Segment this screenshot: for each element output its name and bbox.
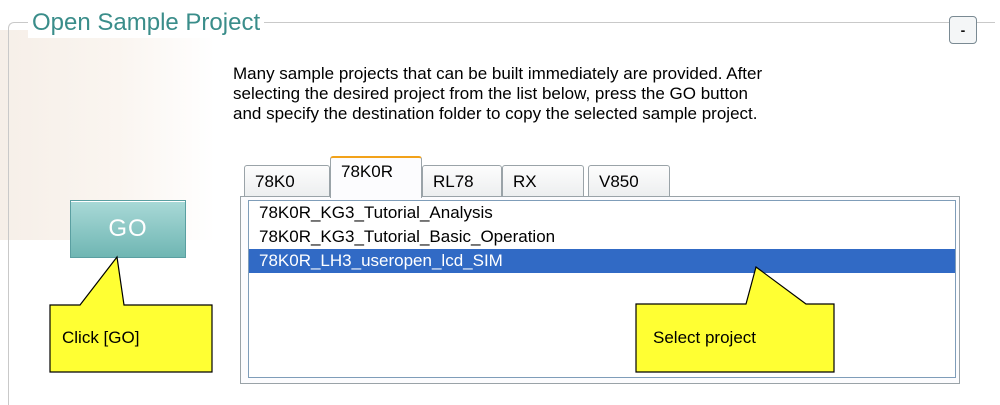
callout-select-shape (635, 265, 835, 373)
callout-select-label: Select project (653, 328, 756, 347)
callout-shapes (49, 255, 835, 373)
callout-go-shape (49, 255, 213, 373)
callout-go-label: Click [GO] (62, 328, 140, 347)
